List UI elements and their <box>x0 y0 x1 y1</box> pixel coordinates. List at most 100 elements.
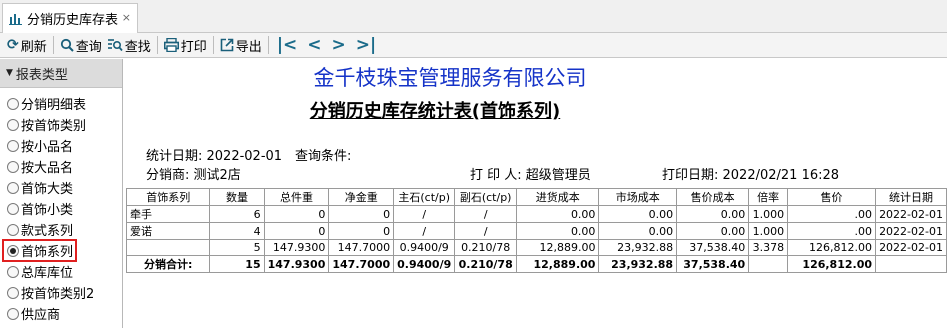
table-cell: .00 <box>787 222 877 240</box>
find-button[interactable]: 查找 <box>105 35 154 56</box>
collapse-triangle-icon: ▼ <box>6 68 13 78</box>
refresh-icon: ⟳ <box>7 37 19 53</box>
radio-icon <box>7 265 19 278</box>
last-page-icon[interactable]: >| <box>356 35 376 55</box>
prev-page-icon[interactable]: < <box>307 35 321 55</box>
print-date: 打印日期: 2022/02/21 16:28 <box>662 168 840 183</box>
report-type-option[interactable]: 首饰小类 <box>0 198 122 219</box>
table-cell: 23,932.88 <box>598 239 678 256</box>
report-type-title: 报表类型 <box>15 67 68 83</box>
report-type-option[interactable]: 款式系列 <box>0 219 122 240</box>
find-list-icon <box>107 39 123 52</box>
table-cell: 37,538.40 <box>676 239 750 256</box>
search-icon <box>60 38 74 52</box>
table-cell: / <box>454 205 518 223</box>
column-header: 统计日期 <box>875 188 947 206</box>
table-cell: 分销合计: <box>125 255 211 273</box>
toolbar-divider <box>267 36 269 54</box>
report-title: 分销历史库存统计表(首饰系列) <box>309 101 561 122</box>
table-cell: 4 <box>209 222 265 240</box>
column-header: 数量 <box>209 188 265 206</box>
toolbar: ⟳ 刷新 查询 查找 打印 导出 |< < > >| <box>0 33 947 58</box>
table-cell: 37,538.40 <box>676 255 750 273</box>
export-button[interactable]: 导出 <box>217 35 265 56</box>
table-cell: 6 <box>209 205 265 223</box>
column-header: 总件重 <box>263 188 330 206</box>
report-type-header[interactable]: ▼ 报表类型 <box>0 59 122 88</box>
find-label: 查找 <box>124 39 151 55</box>
print-button[interactable]: 打印 <box>161 35 210 56</box>
column-header: 进货成本 <box>516 188 600 206</box>
table-cell: .00 <box>787 205 877 223</box>
radio-icon <box>7 160 19 173</box>
distributor: 分销商: 测试2店 <box>146 168 241 183</box>
refresh-label: 刷新 <box>20 39 47 55</box>
next-page-icon[interactable]: > <box>332 35 346 55</box>
report-type-option[interactable]: 按首饰类别 <box>0 114 122 135</box>
table-cell: 0 <box>263 205 330 223</box>
radio-icon <box>7 97 19 110</box>
column-header: 净金重 <box>328 188 395 206</box>
table-cell: 0.00 <box>598 222 678 240</box>
table-cell: 1.000 <box>748 222 789 240</box>
column-header: 市场成本 <box>598 188 678 206</box>
table-cell: 2022-02-01 <box>875 239 947 256</box>
table-cell: 0.210/78 <box>454 255 518 273</box>
table-cell: 0.00 <box>516 222 600 240</box>
close-icon[interactable]: × <box>122 11 131 24</box>
tab-title: 分销历史库存表 <box>27 13 119 28</box>
table-cell: 12,889.00 <box>516 255 600 273</box>
table-cell: 1.000 <box>748 205 789 223</box>
report-type-option-selected[interactable]: 首饰系列 <box>2 239 77 262</box>
table-cell: 147.7000 <box>328 239 395 256</box>
toolbar-divider <box>52 36 54 54</box>
report-type-label: 首饰小类 <box>21 203 74 218</box>
table-cell: 0 <box>328 205 395 223</box>
table-cell: 15 <box>209 255 265 273</box>
column-header: 主石(ct/p) <box>393 188 456 206</box>
company-name: 金千枝珠宝管理服务有限公司 <box>313 66 587 90</box>
printer: 打 印 人: 超级管理员 <box>470 168 591 183</box>
report-type-label: 款式系列 <box>21 224 74 239</box>
first-page-icon[interactable]: |< <box>277 35 297 55</box>
column-header: 首饰系列 <box>125 188 211 206</box>
radio-icon <box>7 307 19 320</box>
table-row: 爱诺 4 0 0 / / 0.00 0.00 0.00 1.000 .00 20… <box>125 222 947 240</box>
export-label: 导出 <box>235 39 262 55</box>
report-type-label: 总库库位 <box>21 266 74 281</box>
tab-history-stock[interactable]: 分销历史库存表 × <box>2 3 138 33</box>
report-type-list: 分销明细表 按首饰类别 按小品名 按大品名 首饰大类 首饰小类 款式系列 首饰系… <box>0 88 122 324</box>
report-type-option[interactable]: 首饰大类 <box>0 177 122 198</box>
report-type-option[interactable]: 分销明细表 <box>0 93 122 114</box>
table-cell: 3.378 <box>748 239 789 256</box>
table-cell: 0 <box>263 222 330 240</box>
table-row: 牵手 6 0 0 / / 0.00 0.00 0.00 1.000 .00 20… <box>125 205 947 223</box>
table-total-row: 分销合计: 15 147.9300 147.7000 0.9400/9 0.21… <box>125 255 947 273</box>
table-cell: 0.9400/9 <box>393 239 456 256</box>
table-cell: 147.9300 <box>263 255 330 273</box>
table-cell: 0 <box>328 222 395 240</box>
report-type-option[interactable]: 按小品名 <box>0 135 122 156</box>
table-cell: 0.00 <box>676 205 750 223</box>
report-type-option[interactable]: 供应商 <box>0 303 122 324</box>
radio-icon <box>7 223 19 236</box>
table-cell: 0.9400/9 <box>393 255 456 273</box>
query-button[interactable]: 查询 <box>57 35 105 56</box>
print-label: 打印 <box>180 39 207 55</box>
report-type-option[interactable]: 按首饰类别2 <box>0 282 122 303</box>
table-cell: 2022-02-01 <box>875 222 947 240</box>
tab-bar: 分销历史库存表 × <box>0 0 947 33</box>
export-icon <box>220 38 234 52</box>
report-type-option[interactable]: 按大品名 <box>0 156 122 177</box>
report-type-option[interactable]: 总库库位 <box>0 261 122 282</box>
radio-icon <box>7 139 19 152</box>
table-cell: 147.7000 <box>328 255 395 273</box>
report-type-label: 按首饰类别2 <box>21 287 95 302</box>
table-header-row: 首饰系列 数量 总件重 净金重 主石(ct/p) 副石(ct/p) 进货成本 市… <box>125 188 947 206</box>
table-cell <box>748 255 789 273</box>
column-header: 倍率 <box>748 188 789 206</box>
table-cell: 0.00 <box>598 205 678 223</box>
printer-icon <box>163 38 179 52</box>
refresh-button[interactable]: ⟳ 刷新 <box>4 35 50 56</box>
report-type-label: 按大品名 <box>21 161 74 176</box>
